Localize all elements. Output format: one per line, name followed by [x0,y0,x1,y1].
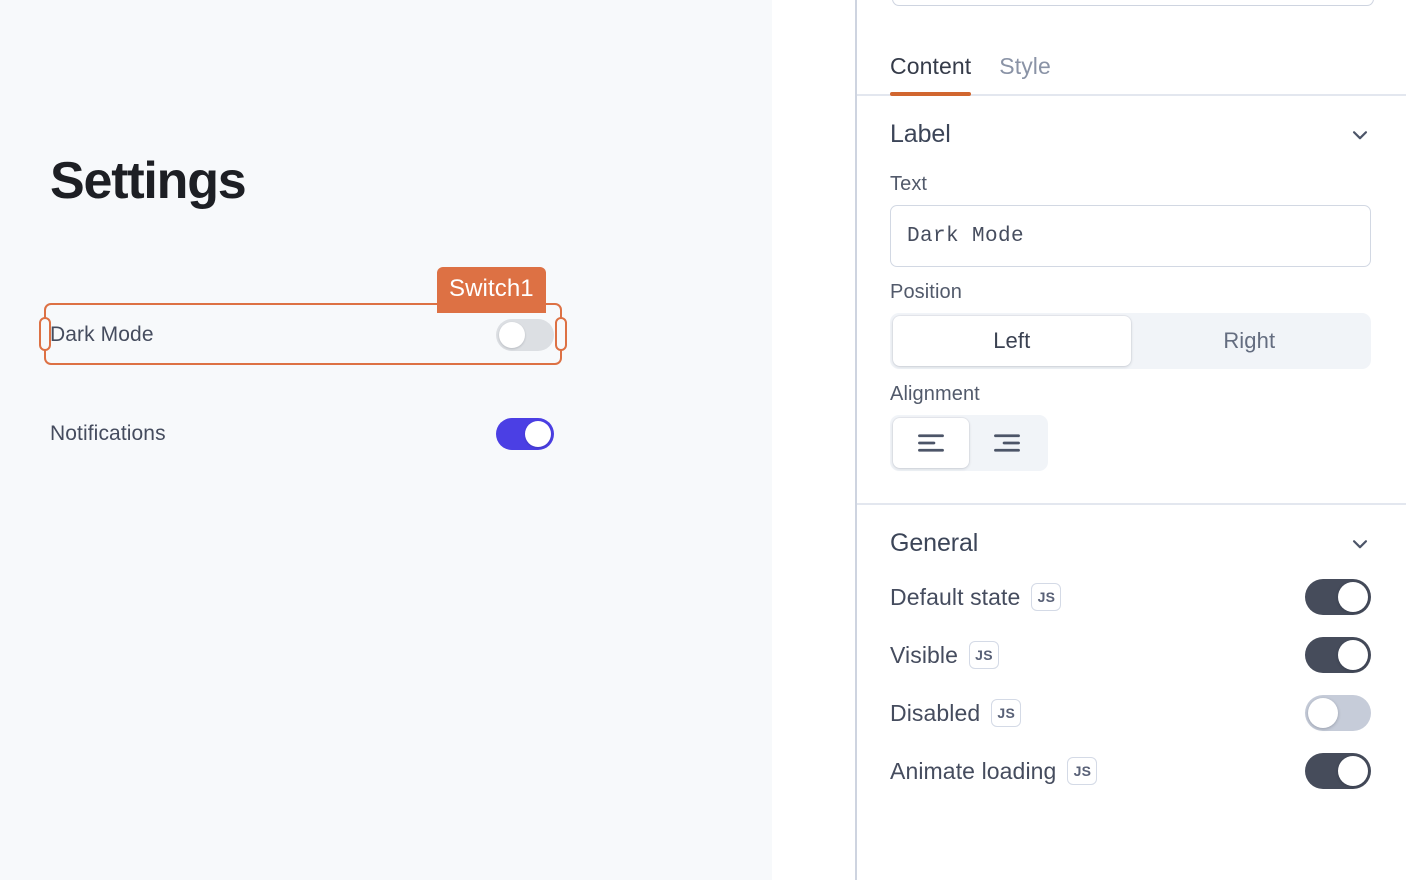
toggle-disabled[interactable] [1305,695,1371,731]
js-badge[interactable]: JS [1031,583,1061,611]
section-general: General Default state JS Visible JS [857,503,1406,800]
switch-knob [1338,640,1368,670]
tab-content[interactable]: Content [890,53,971,94]
toggle-default-state[interactable] [1305,579,1371,615]
general-row-label: Visible [890,642,958,669]
align-right-icon [993,433,1021,453]
canvas-widget-notifications[interactable]: Notifications [50,408,554,460]
general-row-label: Disabled [890,700,980,727]
general-row-default-state: Default state JS [890,568,1371,626]
position-option-right[interactable]: Right [1131,316,1369,366]
general-row-visible: Visible JS [890,626,1371,684]
switch-knob [1308,698,1338,728]
canvas-widget-dark-mode[interactable]: Dark Mode [50,309,554,361]
resize-handle-right[interactable] [555,317,567,351]
canvas-widget-label: Dark Mode [50,323,154,347]
canvas-switch-notifications[interactable] [496,418,554,450]
canvas-area[interactable]: Settings Dark Mode Switch1 Notifications [0,0,772,880]
general-row-disabled: Disabled JS [890,684,1371,742]
alignment-option-right[interactable] [969,418,1045,468]
general-row-animate-loading: Animate loading JS [890,742,1371,800]
section-label-spacer [890,471,1371,503]
general-row-left: Disabled JS [890,699,1021,727]
section-general-title: General [890,529,978,558]
js-badge[interactable]: JS [991,699,1021,727]
label-text-input[interactable] [890,205,1371,267]
section-label: Label Text Position Left Right Alignment [857,96,1406,503]
position-segmented-control: Left Right [890,313,1371,369]
general-row-label: Default state [890,584,1020,611]
toggle-visible[interactable] [1305,637,1371,673]
general-row-label: Animate loading [890,758,1056,785]
chevron-down-icon[interactable] [1349,124,1371,146]
js-badge[interactable]: JS [969,641,999,669]
js-badge[interactable]: JS [1067,757,1097,785]
alignment-field-label: Alignment [890,383,1371,406]
align-left-icon [917,433,945,453]
alignment-option-left[interactable] [893,418,969,468]
canvas-switch-dark-mode[interactable] [496,319,554,351]
general-row-left: Animate loading JS [890,757,1097,785]
tab-style[interactable]: Style [999,53,1051,94]
general-row-left: Default state JS [890,583,1061,611]
section-general-header[interactable]: General [890,505,1371,568]
general-row-left: Visible JS [890,641,999,669]
switch-knob [1338,756,1368,786]
app-root: Settings Dark Mode Switch1 Notifications [0,0,1406,880]
text-field-label: Text [890,173,1371,196]
partially-visible-field-above[interactable] [892,0,1374,6]
switch-knob [1338,582,1368,612]
selection-name-badge: Switch1 [437,267,546,313]
position-field-label: Position [890,281,1371,304]
canvas-outer-margin [772,0,855,880]
alignment-segmented-control [890,415,1048,471]
inspector-tabs: Content Style [857,0,1406,96]
toggle-animate-loading[interactable] [1305,753,1371,789]
inspector-panel: Content Style Label Text Position Left R… [855,0,1406,880]
page-title: Settings [50,155,246,207]
position-option-left[interactable]: Left [893,316,1131,366]
section-label-title: Label [890,120,951,149]
canvas-widget-label: Notifications [50,422,166,446]
switch-knob [525,421,551,447]
chevron-down-icon[interactable] [1349,533,1371,555]
section-label-header[interactable]: Label [890,96,1371,159]
switch-knob [499,322,525,348]
